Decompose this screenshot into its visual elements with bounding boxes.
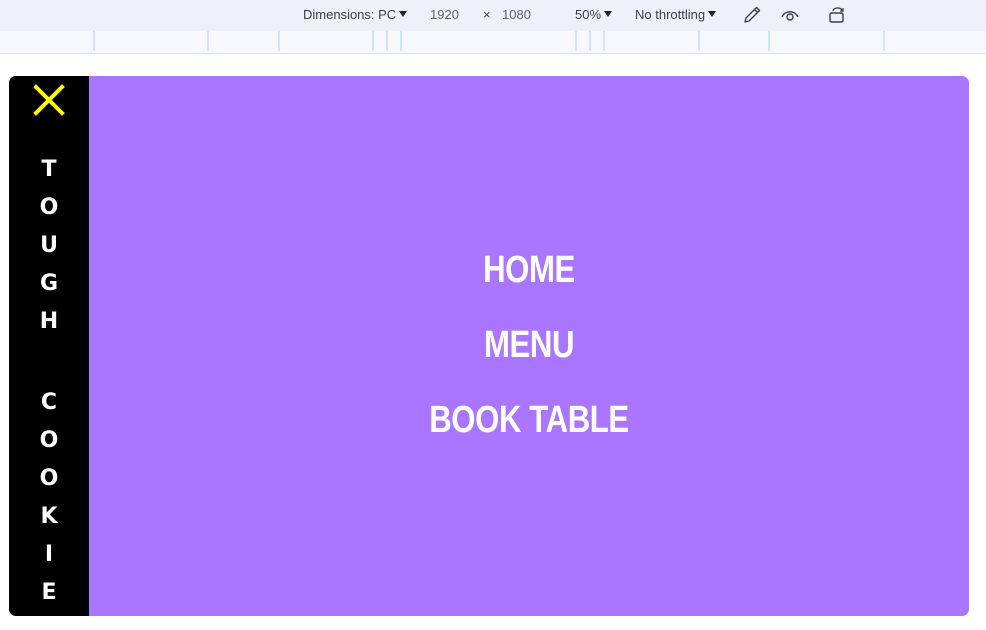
- ruler-tick: [603, 31, 605, 51]
- brand-letter: T: [41, 157, 57, 182]
- chevron-down-icon: [604, 11, 613, 17]
- ruler-tick: [372, 31, 374, 51]
- brand-word-tough: T O U G H: [9, 151, 89, 341]
- sidebar: T O U G H C O O K I E: [9, 76, 89, 616]
- nav-link-book-table[interactable]: BOOK TABLE: [168, 399, 890, 442]
- ruler-tick: [93, 31, 95, 51]
- eyedropper-icon[interactable]: [741, 4, 763, 26]
- dimensions-label: Dimensions: PC: [303, 7, 397, 22]
- brand-letter: E: [41, 580, 57, 605]
- rotate-icon[interactable]: [827, 4, 849, 26]
- device-viewport: T O U G H C O O K I E HOME MENU BOOK TAB…: [9, 76, 969, 616]
- eye-icon[interactable]: [779, 4, 801, 26]
- height-input[interactable]: 1080: [502, 0, 531, 31]
- throttling-label: No throttling: [635, 7, 706, 22]
- width-input[interactable]: 1920: [430, 0, 459, 31]
- ruler-tick: [400, 31, 402, 51]
- chevron-down-icon: [399, 11, 408, 17]
- ruler-tick: [386, 31, 388, 51]
- brand-letter: H: [39, 309, 59, 334]
- dimensions-dropdown[interactable]: Dimensions: PC: [303, 0, 408, 31]
- brand-letter: U: [40, 233, 58, 258]
- device-toolbar: Dimensions: PC 1920 × 1080 50% No thrott…: [0, 0, 986, 31]
- close-icon[interactable]: [33, 84, 65, 116]
- nav-link-home[interactable]: HOME: [168, 249, 890, 292]
- ruler-tick: [589, 31, 591, 51]
- brand-letter: I: [44, 542, 54, 567]
- brand-letter: C: [40, 390, 58, 415]
- ruler-tick: [575, 31, 577, 51]
- brand-letter: G: [39, 271, 59, 296]
- ruler-tick: [883, 31, 885, 51]
- times-separator: ×: [483, 7, 491, 22]
- brand-letter: O: [39, 195, 59, 220]
- chevron-down-icon: [708, 11, 717, 17]
- ruler-tick: [768, 31, 770, 51]
- brand-word-cookie: C O O K I E: [9, 384, 89, 612]
- brand-logo-text: T O U G H C O O K I E: [9, 151, 89, 612]
- brand-letter: O: [39, 428, 59, 453]
- ruler-tick: [278, 31, 280, 51]
- main-nav: HOME MENU BOOK TABLE: [89, 76, 969, 616]
- brand-letter: K: [40, 504, 58, 529]
- media-query-bar[interactable]: [0, 31, 986, 54]
- brand-letter: O: [39, 466, 59, 491]
- ruler-tick: [698, 31, 700, 51]
- zoom-label: 50%: [575, 7, 602, 22]
- ruler-tick: [207, 31, 209, 51]
- nav-link-menu[interactable]: MENU: [168, 324, 890, 367]
- zoom-dropdown[interactable]: 50%: [575, 0, 613, 31]
- throttling-dropdown[interactable]: No throttling: [635, 0, 717, 31]
